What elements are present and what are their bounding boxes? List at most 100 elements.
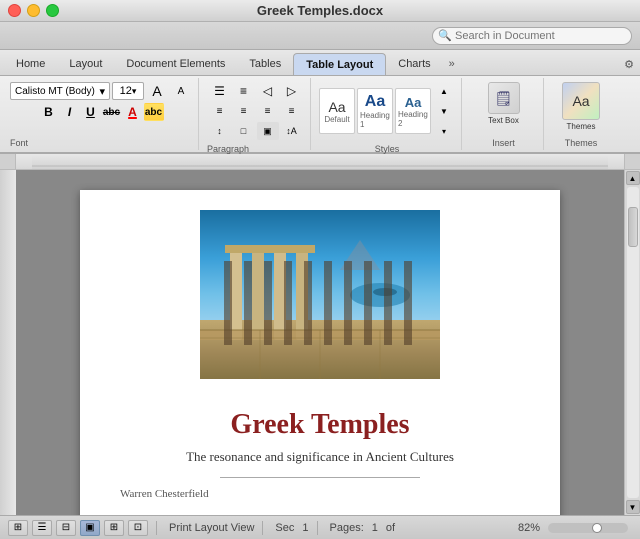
themes-label: Themes <box>567 122 596 131</box>
zoom-thumb[interactable] <box>592 523 602 533</box>
align-center-btn[interactable]: ≡ <box>233 102 255 120</box>
align-buttons: ≡ ≡ ≡ ≡ <box>209 102 303 120</box>
styles-group-label: Styles <box>375 142 400 154</box>
borders-btn[interactable]: □ <box>233 122 255 140</box>
search-input[interactable] <box>432 27 632 45</box>
zoom-slider[interactable] <box>548 523 628 533</box>
highlight-button[interactable]: abc <box>144 103 164 121</box>
search-icon: 🔍 <box>438 29 452 42</box>
ruler-ticks <box>32 154 608 170</box>
view-btn-1[interactable]: ⊞ <box>8 520 28 536</box>
document-title: Greek Temples <box>230 409 409 441</box>
tab-home[interactable]: Home <box>4 53 57 75</box>
justify-btn[interactable]: ≡ <box>281 102 303 120</box>
scroll-up-arrow[interactable]: ▲ <box>626 171 640 185</box>
ruler <box>0 154 640 170</box>
ribbon-group-styles: Aa Default Aa Heading 1 Aa Heading 2 ▲ ▼… <box>313 78 462 150</box>
text-box-btn[interactable]: 🗒 Text Box <box>486 82 522 125</box>
indent-decrease-btn[interactable]: ◁ <box>257 82 279 100</box>
document-subtitle: The resonance and significance in Ancien… <box>186 449 454 465</box>
themes-controls: Aa Themes <box>563 80 599 136</box>
tab-charts[interactable]: Charts <box>386 53 442 75</box>
ribbon-group-paragraph: ☰ ≡ ◁ ▷ ≡ ≡ ≡ ≡ ↕ □ ▣ ↕A Paragraph <box>201 78 311 150</box>
line-spacing-btn[interactable]: ↕ <box>209 122 231 140</box>
minimize-button[interactable] <box>27 4 40 17</box>
tab-settings[interactable]: ⚙ <box>618 53 640 75</box>
tab-table-layout[interactable]: Table Layout <box>293 53 386 75</box>
font-color-button[interactable]: A <box>123 103 143 121</box>
ribbon-group-themes: Aa Themes Themes <box>546 78 616 150</box>
pages-of: of <box>386 522 395 534</box>
temple-scene-svg <box>200 210 440 379</box>
themes-icon: Aa <box>562 82 600 120</box>
strikethrough-button[interactable]: abc <box>102 103 122 121</box>
themes-group-label: Themes <box>565 136 598 148</box>
sort-btn[interactable]: ↕A <box>281 122 303 140</box>
document-author: Warren Chesterfield <box>120 488 209 500</box>
styles-up-btn[interactable]: ▲ <box>433 82 455 100</box>
search-wrapper: 🔍 <box>432 27 632 45</box>
spacing-buttons: ↕ □ ▣ ↕A <box>209 122 303 140</box>
ribbon-group-font: Calisto MT (Body) ▾ 12 ▾ A A B I U abc A… <box>4 78 199 150</box>
view-mode-label: Print Layout View <box>169 522 254 534</box>
tab-more[interactable]: » <box>443 53 461 75</box>
maximize-button[interactable] <box>46 4 59 17</box>
left-ruler-ticks <box>0 170 16 515</box>
view-btn-6[interactable]: ⊡ <box>128 520 148 536</box>
font-group-label: Font <box>10 136 28 148</box>
close-button[interactable] <box>8 4 21 17</box>
insert-buttons-row: 🗒 Text Box <box>486 82 522 125</box>
tab-layout[interactable]: Layout <box>57 53 114 75</box>
font-size-arrow: ▾ <box>132 86 137 97</box>
align-right-btn[interactable]: ≡ <box>257 102 279 120</box>
style-heading1[interactable]: Aa Heading 1 <box>357 88 393 134</box>
paragraph-controls: ☰ ≡ ◁ ▷ ≡ ≡ ≡ ≡ ↕ □ ▣ ↕A <box>207 80 304 142</box>
insert-group-label: Insert <box>492 136 515 148</box>
style-heading2[interactable]: Aa Heading 2 <box>395 88 431 134</box>
underline-button[interactable]: U <box>81 103 101 121</box>
tab-document-elements[interactable]: Document Elements <box>114 53 237 75</box>
bullet-list-btn[interactable]: ☰ <box>209 82 231 100</box>
style-default[interactable]: Aa Default <box>319 88 355 134</box>
themes-btn[interactable]: Aa Themes <box>563 82 599 131</box>
styles-more-btn[interactable]: ▾ <box>433 122 455 140</box>
document-page: Greek Temples The resonance and signific… <box>80 190 560 515</box>
font-name-dropdown[interactable]: Calisto MT (Body) ▾ <box>10 82 110 100</box>
view-btn-5[interactable]: ⊞ <box>104 520 124 536</box>
scroll-down-arrow[interactable]: ▼ <box>626 500 640 514</box>
shading-btn[interactable]: ▣ <box>257 122 279 140</box>
scrollbar-track[interactable] <box>627 187 639 498</box>
section-value: 1 <box>302 522 308 534</box>
title-bar: Greek Temples.docx <box>0 0 640 22</box>
styles-nav: ▲ ▼ ▾ <box>433 82 455 140</box>
font-selector-row: Calisto MT (Body) ▾ 12 ▾ A A <box>10 82 192 100</box>
align-left-btn[interactable]: ≡ <box>209 102 231 120</box>
numbered-list-btn[interactable]: ≡ <box>233 82 255 100</box>
insert-controls: 🗒 Text Box <box>486 80 522 136</box>
text-box-icon: 🗒 <box>488 82 520 114</box>
view-btn-4[interactable]: ▣ <box>80 520 100 536</box>
temple-image <box>200 210 440 379</box>
font-controls: Calisto MT (Body) ▾ 12 ▾ A A B I U abc A… <box>10 80 192 136</box>
ribbon-toolbar: Calisto MT (Body) ▾ 12 ▾ A A B I U abc A… <box>0 76 640 154</box>
increase-font-btn[interactable]: A <box>146 82 168 100</box>
paragraph-group-label: Paragraph <box>207 142 249 154</box>
italic-button[interactable]: I <box>60 103 80 121</box>
font-size-value: 12 <box>120 85 132 97</box>
font-dropdown-arrow: ▾ <box>99 85 105 98</box>
window-controls <box>8 4 59 17</box>
scrollbar-thumb[interactable] <box>628 207 638 247</box>
left-ruler <box>0 170 16 515</box>
font-size-dropdown[interactable]: 12 ▾ <box>112 82 144 100</box>
ruler-right-end <box>624 154 640 169</box>
indent-increase-btn[interactable]: ▷ <box>281 82 303 100</box>
bold-button[interactable]: B <box>39 103 59 121</box>
view-btn-3[interactable]: ⊟ <box>56 520 76 536</box>
decrease-font-btn[interactable]: A <box>170 82 192 100</box>
tab-tables[interactable]: Tables <box>237 53 293 75</box>
search-row: 🔍 <box>0 22 640 50</box>
right-scrollbar: ▲ ▼ <box>624 170 640 515</box>
styles-down-btn[interactable]: ▼ <box>433 102 455 120</box>
view-btn-2[interactable]: ☰ <box>32 520 52 536</box>
status-sep-3 <box>317 521 318 535</box>
